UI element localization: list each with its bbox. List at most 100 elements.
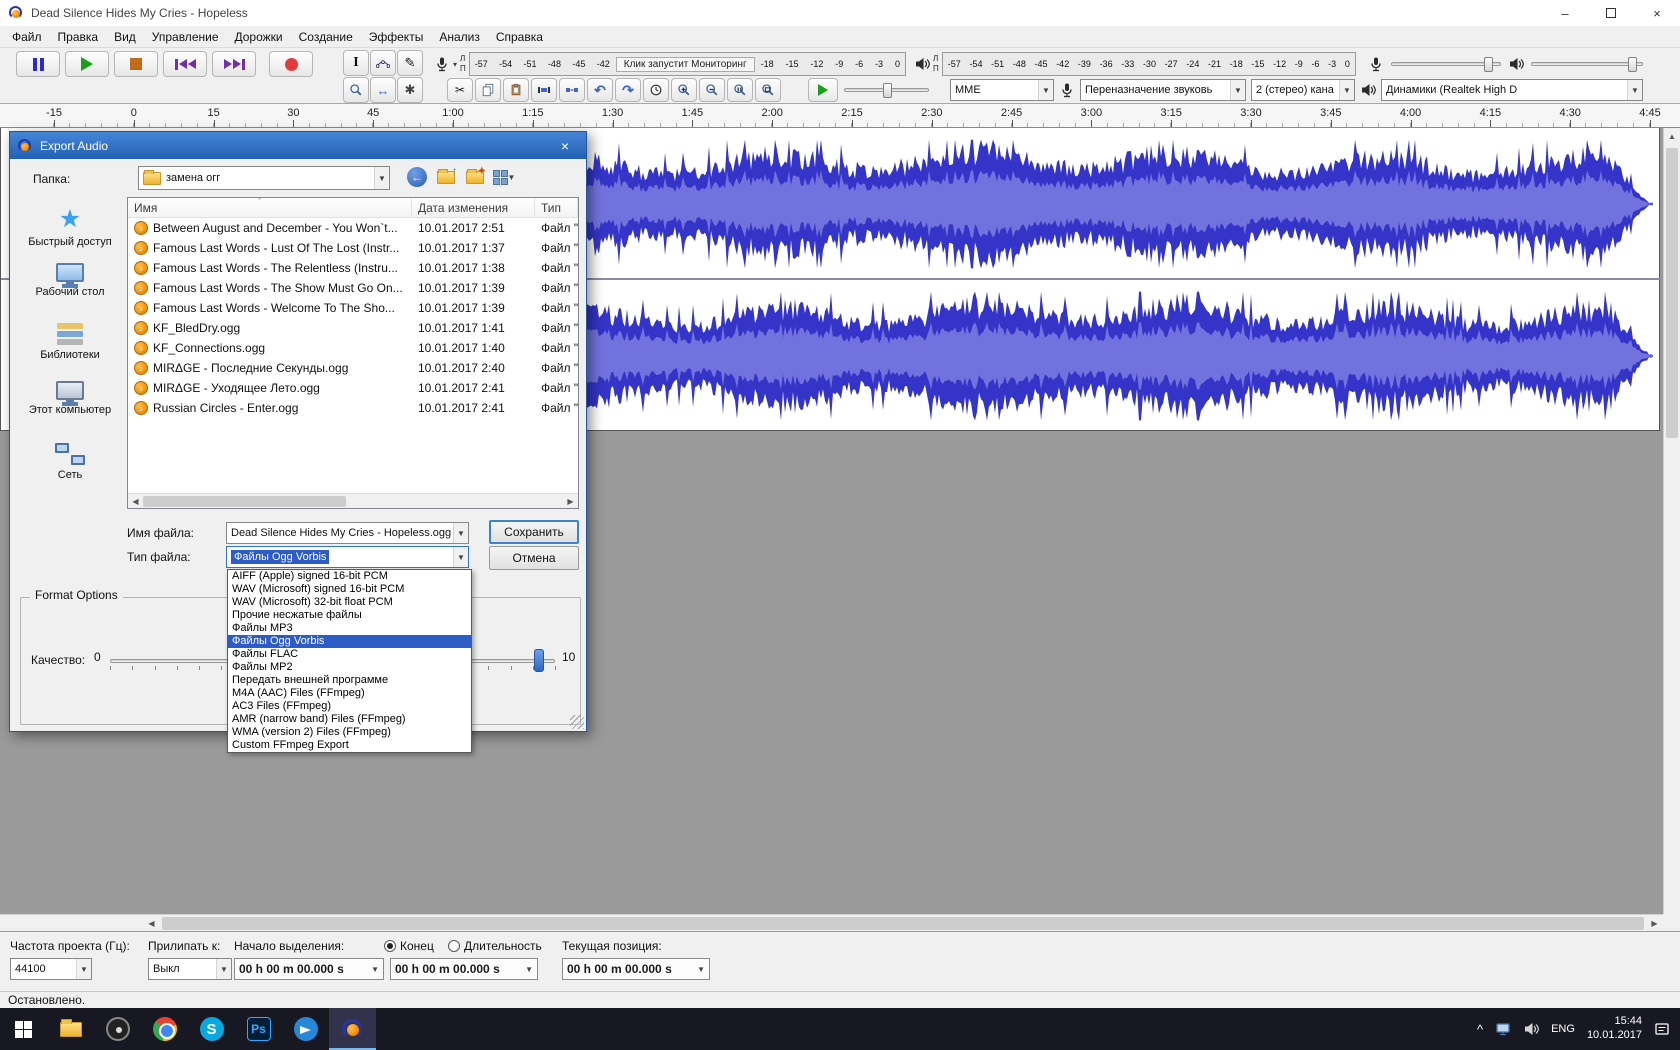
back-button[interactable]: ←: [406, 166, 428, 188]
taskbar-skype[interactable]: S: [188, 1008, 235, 1050]
views-button[interactable]: ▼: [492, 166, 515, 188]
filetype-option[interactable]: AMR (narrow band) Files (FFmpeg): [228, 713, 471, 726]
scroll-right-arrow[interactable]: ▶: [1646, 915, 1663, 932]
selection-tool-button[interactable]: I: [343, 50, 369, 76]
radio-duration[interactable]: Длительность: [448, 939, 542, 953]
undo-button[interactable]: ↶: [587, 78, 613, 102]
taskbar-clock[interactable]: 15:44 10.01.2017: [1587, 1015, 1642, 1043]
timeshift-tool-button[interactable]: ↔: [370, 77, 396, 103]
folder-select[interactable]: замена огг ▼: [138, 166, 390, 190]
copy-button[interactable]: [475, 78, 501, 102]
draw-tool-button[interactable]: ✎: [397, 50, 423, 76]
radio-end[interactable]: Конец: [384, 939, 434, 953]
skip-start-button[interactable]: [163, 51, 207, 77]
file-row[interactable]: ♪ KF_BledDry.ogg 10.01.2017 1:41 Файл "OG: [128, 318, 578, 338]
selection-start-field[interactable]: 00 h 00 m 00.000 s ▼: [234, 958, 384, 980]
trim-button[interactable]: [531, 78, 557, 102]
selection-end-field[interactable]: 00 h 00 m 00.000 s ▼: [390, 958, 538, 980]
volume-icon[interactable]: [1523, 1021, 1539, 1037]
snap-select[interactable]: Выкл ▼: [148, 958, 232, 980]
network-icon[interactable]: [1495, 1021, 1511, 1037]
playback-device-select[interactable]: Динамики (Realtek High D ▼: [1381, 79, 1643, 101]
filetype-option[interactable]: AIFF (Apple) signed 16-bit PCM: [228, 570, 471, 583]
taskbar-photoshop[interactable]: Ps: [235, 1008, 282, 1050]
menu-item-6[interactable]: Эффекты: [361, 27, 432, 47]
language-indicator[interactable]: ENG: [1551, 1023, 1575, 1035]
audio-host-select[interactable]: MME ▼: [950, 79, 1054, 101]
filetype-option[interactable]: WAV (Microsoft) signed 16-bit PCM: [228, 583, 471, 596]
filetype-option[interactable]: Файлы FLAC: [228, 648, 471, 661]
quality-slider-thumb[interactable]: [534, 649, 544, 672]
file-row[interactable]: ♪ MIRΔGE - Уходящее Лето.ogg 10.01.2017 2:…: [128, 378, 578, 398]
place-desktop[interactable]: Рабочий стол: [18, 263, 122, 298]
recording-device-select[interactable]: Переназначение звуковь ▼: [1080, 79, 1246, 101]
filetype-option[interactable]: Передать внешней программе: [228, 674, 471, 687]
multi-tool-button[interactable]: ✱: [397, 77, 423, 103]
vertical-scrollbar[interactable]: ▲: [1663, 128, 1680, 914]
record-button[interactable]: [269, 51, 313, 77]
menu-item-2[interactable]: Вид: [106, 27, 144, 47]
recording-channels-select[interactable]: 2 (стерео) кана ▼: [1251, 79, 1355, 101]
meter-dropdown-arrow-icon[interactable]: ▾: [453, 60, 457, 69]
file-row[interactable]: ♪ MIRΔGE - Последние Секунды.ogg 10.01.201…: [128, 358, 578, 378]
dialog-close-button[interactable]: ×: [551, 138, 579, 154]
zoom-tool-button[interactable]: [343, 77, 369, 103]
cut-button[interactable]: ✂: [447, 78, 473, 102]
file-row[interactable]: ♪ Russian Circles - Enter.ogg 10.01.2017 2…: [128, 398, 578, 418]
filetype-option[interactable]: M4A (AAC) Files (FFmpeg): [228, 687, 471, 700]
minimize-button[interactable]: –: [1542, 0, 1588, 26]
fit-selection-button[interactable]: [727, 78, 753, 102]
taskbar-app-blue[interactable]: [282, 1008, 329, 1050]
close-button[interactable]: ×: [1634, 0, 1680, 26]
taskbar-chrome[interactable]: [141, 1008, 188, 1050]
place-this-pc[interactable]: Этот компьютер: [18, 381, 122, 416]
filetype-option[interactable]: Прочие несжатые файлы: [228, 609, 471, 622]
file-list-hscrollbar[interactable]: ◀ ▶: [128, 493, 578, 508]
project-rate-select[interactable]: 44100 ▼: [10, 958, 92, 980]
horizontal-scrollbar[interactable]: ◀ ▶: [143, 915, 1663, 931]
filetype-option[interactable]: Custom FFmpeg Export: [228, 739, 471, 752]
filetype-select[interactable]: Файлы Ogg Vorbis ▼: [226, 546, 469, 568]
menu-item-5[interactable]: Создание: [291, 27, 361, 47]
radio-end-icon[interactable]: [384, 940, 396, 952]
dialog-resize-grip[interactable]: [570, 715, 584, 729]
pause-button[interactable]: [16, 51, 60, 77]
timeline-ruler[interactable]: -15 0 15 30 45 1:00 1:15 1:30 1:45 2:00 2:15 2:30 2:…: [0, 104, 1680, 128]
vertical-scroll-thumb[interactable]: [1666, 148, 1678, 438]
file-row[interactable]: ♪ Famous Last Words - The Show Must Go On…: [128, 278, 578, 298]
new-folder-button[interactable]: ✦: [464, 166, 486, 188]
file-row[interactable]: ♪ Famous Last Words - Welcome To The Sho.…: [128, 298, 578, 318]
playback-meter[interactable]: -57 -54 -51 -48 -45 -42 -39 -36 -33 -30 -27 -24 -21-…: [941, 52, 1356, 76]
menu-item-8[interactable]: Справка: [488, 27, 551, 47]
taskbar-app-record[interactable]: [94, 1008, 141, 1050]
filename-input[interactable]: Dead Silence Hides My Cries - Hopeless.o…: [226, 522, 469, 544]
current-position-field[interactable]: 00 h 00 m 00.000 s ▼: [562, 958, 710, 980]
file-list-scroll-thumb[interactable]: [143, 495, 346, 507]
menu-item-1[interactable]: Правка: [50, 27, 107, 47]
recording-meter[interactable]: -57 -54 -51 -48 -45 -42 Клик запустит Монитор…: [468, 52, 906, 76]
place-libraries[interactable]: Библиотеки: [18, 323, 122, 361]
column-name[interactable]: Имя: [128, 198, 412, 217]
monitor-message[interactable]: Клик запустит Мониторинг: [615, 56, 755, 72]
taskbar-explorer[interactable]: [47, 1008, 94, 1050]
recording-volume-thumb[interactable]: [1484, 57, 1493, 72]
filetype-option[interactable]: WMA (version 2) Files (FFmpeg): [228, 726, 471, 739]
paste-button[interactable]: [503, 78, 529, 102]
playback-volume-slider[interactable]: [1531, 57, 1643, 72]
menu-item-3[interactable]: Управление: [144, 27, 227, 47]
column-type[interactable]: Тип: [535, 198, 578, 217]
play-speed-slider[interactable]: [844, 83, 929, 98]
filetype-option[interactable]: Файлы Ogg Vorbis: [228, 635, 471, 648]
scroll-left-arrow[interactable]: ◀: [128, 497, 143, 506]
start-button[interactable]: [0, 1008, 47, 1050]
cancel-button[interactable]: Отмена: [489, 546, 579, 570]
filetype-option[interactable]: WAV (Microsoft) 32-bit float PCM: [228, 596, 471, 609]
play-speed-thumb[interactable]: [883, 83, 892, 98]
file-row[interactable]: ♪ Famous Last Words - The Relentless (Ins…: [128, 258, 578, 278]
playback-volume-thumb[interactable]: [1628, 57, 1637, 72]
menu-item-4[interactable]: Дорожки: [227, 27, 291, 47]
menu-item-0[interactable]: Файл: [4, 27, 50, 47]
notification-center-icon[interactable]: [1654, 1021, 1670, 1037]
column-date[interactable]: Дата изменения: [412, 198, 535, 217]
scroll-right-arrow[interactable]: ▶: [563, 497, 578, 506]
